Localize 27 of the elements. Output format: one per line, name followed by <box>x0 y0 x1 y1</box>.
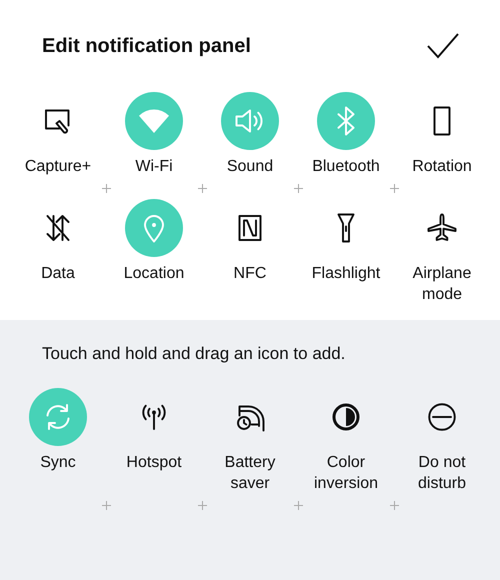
plus-mark <box>390 500 399 510</box>
plus-mark <box>102 500 111 510</box>
plus-mark <box>390 184 399 192</box>
plus-mark <box>198 500 207 510</box>
quick-setting-tile[interactable]: NFC <box>202 199 298 305</box>
quick-setting-tile[interactable]: Location <box>106 199 202 305</box>
quick-setting-tile[interactable]: Wi-Fi <box>106 92 202 177</box>
done-button[interactable] <box>426 31 460 61</box>
quick-setting-tile[interactable]: Hotspot <box>106 388 202 494</box>
quick-setting-tile[interactable]: Sound <box>202 92 298 177</box>
quick-setting-tile[interactable]: Flashlight <box>298 199 394 305</box>
plus-mark <box>198 184 207 192</box>
checkmark-icon <box>426 31 460 61</box>
panel-title: Edit notification panel <box>42 34 251 58</box>
quick-setting-tile[interactable]: Color inversion <box>298 388 394 494</box>
plus-mark <box>102 184 111 192</box>
quick-setting-tile[interactable]: Sync <box>10 388 106 494</box>
instruction-text: Touch and hold and drag an icon to add. <box>41 343 346 365</box>
quick-setting-tile[interactable]: Do not disturb <box>394 388 490 494</box>
quick-setting-tile[interactable]: Battery saver <box>202 388 298 494</box>
quick-setting-tile[interactable]: Data <box>10 199 106 305</box>
quick-setting-tile[interactable]: Capture+ <box>10 92 106 177</box>
quick-setting-tile[interactable]: Airplane mode <box>394 199 490 305</box>
quick-setting-tile[interactable]: Bluetooth <box>298 92 394 177</box>
plus-mark <box>294 184 303 192</box>
quick-setting-tile[interactable]: Rotation <box>394 92 490 177</box>
plus-mark <box>294 500 303 510</box>
